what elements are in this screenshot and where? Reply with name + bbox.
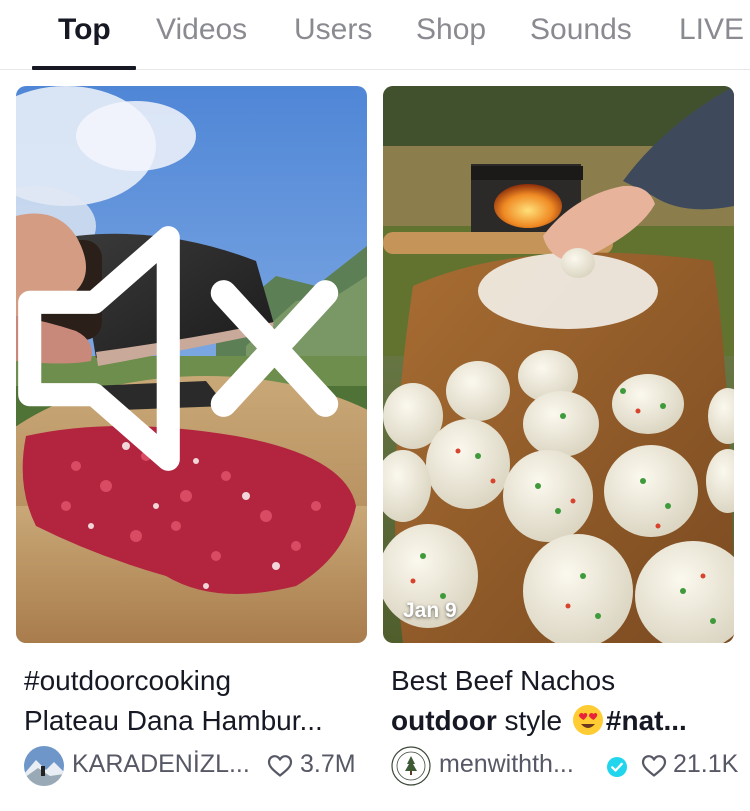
video-thumbnail[interactable]: Jan 9 [383,86,734,643]
tab-top[interactable]: Top [58,12,111,48]
speaker-muted-icon[interactable] [16,86,353,627]
video-meta-row: KARADENİZL... 3.7M [24,746,369,786]
avatar-image [391,746,431,786]
caption-hashtag[interactable]: #outdoorcooking [24,661,364,701]
caption-fragment: style [496,705,570,736]
avatar[interactable] [391,746,431,786]
heart-icon[interactable] [641,754,667,778]
video-thumbnail[interactable] [16,86,367,643]
video-meta-row: menwithth... 21.1K [391,746,739,786]
tab-live[interactable]: LIVE [679,12,744,48]
tab-users[interactable]: Users [294,12,372,48]
author-name[interactable]: KARADENİZL... [72,750,250,779]
author-name[interactable]: menwithth... [439,750,574,779]
tab-sounds[interactable]: Sounds [530,12,632,48]
active-tab-indicator [32,66,136,70]
heart-eyes-emoji-icon [572,705,603,735]
video-thumbnail-image [383,86,734,643]
video-date: Jan 9 [403,599,457,622]
verified-badge-icon [607,757,627,777]
caption-text-line2: outdoor style #nat... [391,701,731,741]
heart-icon[interactable] [267,754,293,778]
video-result-card[interactable]: Jan 9 Best Beef Nachos outdoor style #na… [383,86,738,786]
search-tab-bar: Top Videos Users Shop Sounds LIVE [0,0,750,70]
avatar[interactable] [24,746,64,786]
video-result-card[interactable]: #outdoorcooking Plateau Dana Hambur... K… [16,86,367,786]
video-caption[interactable]: #outdoorcooking Plateau Dana Hambur... [24,661,364,741]
caption-text: Best Beef Nachos [391,665,616,696]
avatar-image [24,746,64,786]
like-count: 21.1K [673,750,739,778]
caption-hashtag[interactable]: #nat... [606,705,687,736]
like-count: 3.7M [300,750,356,778]
caption-text: Plateau Dana Hambur... [24,705,323,736]
tab-shop[interactable]: Shop [416,12,486,48]
video-caption[interactable]: Best Beef Nachos outdoor style #nat... [391,661,731,741]
tab-videos[interactable]: Videos [156,12,247,48]
caption-keyword: outdoor [391,705,497,736]
